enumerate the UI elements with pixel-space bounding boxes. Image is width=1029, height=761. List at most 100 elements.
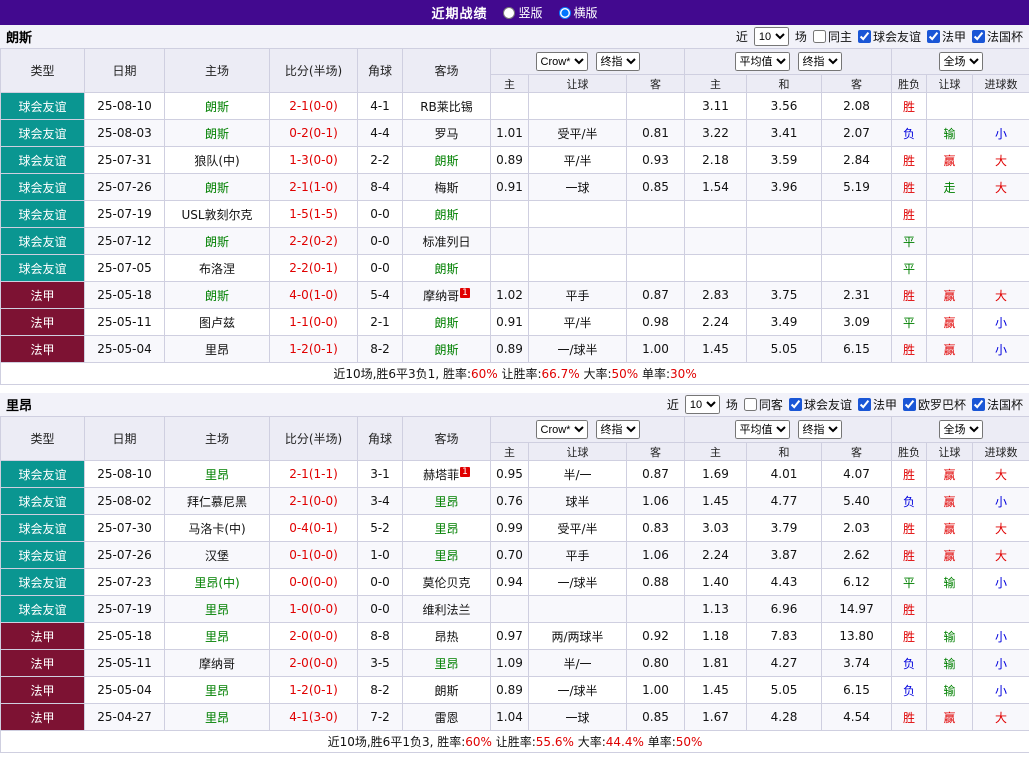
team-name-link[interactable]: 里昂	[205, 684, 229, 698]
home-odds: 0.89	[491, 677, 529, 704]
team-name-link[interactable]: 朗斯	[205, 181, 229, 195]
scope-select-0[interactable]: 全场	[939, 52, 983, 71]
checkbox-icon[interactable]	[858, 398, 871, 411]
filter-check-1[interactable]: 球会友谊	[858, 28, 921, 45]
avg-select-0[interactable]: 平均值	[735, 52, 790, 71]
home-odds: 1.04	[491, 704, 529, 731]
team-name-link[interactable]: RB莱比锡	[420, 100, 473, 114]
vertical-radio-icon[interactable]	[503, 7, 515, 19]
team-name-link[interactable]: 雷恩	[434, 711, 458, 725]
home-team: 朗斯	[165, 228, 270, 255]
avg-away: 2.07	[822, 120, 892, 147]
away-odds: 1.00	[627, 336, 685, 363]
team-name-link[interactable]: 汉堡	[205, 549, 229, 563]
odds-select-1[interactable]: 终指	[596, 420, 640, 439]
team-name-link[interactable]: 朗斯	[205, 289, 229, 303]
handicap-line: 平/半	[529, 309, 627, 336]
team-name-link[interactable]: 维利法兰	[422, 603, 470, 617]
filter-check-0[interactable]: 同主	[813, 28, 852, 45]
match-count-select[interactable]: 10	[685, 395, 720, 414]
odds-select-0[interactable]: Crow*	[536, 420, 588, 439]
team-name-link[interactable]: 朗斯	[434, 154, 458, 168]
avg-draw	[747, 228, 822, 255]
layout-option-vertical[interactable]: 竖版	[503, 4, 542, 21]
league-type-badge: 法甲	[1, 650, 85, 677]
avg-select-0[interactable]: 平均值	[735, 420, 790, 439]
avg-select-1[interactable]: 终指	[798, 52, 842, 71]
team-name-link[interactable]: 罗马	[434, 127, 458, 141]
checkbox-icon[interactable]	[789, 398, 802, 411]
layout-option-horizontal[interactable]: 横版	[559, 4, 598, 21]
team-name-link[interactable]: 朗斯	[434, 684, 458, 698]
checkbox-icon[interactable]	[972, 30, 985, 43]
filter-check-2[interactable]: 法甲	[858, 396, 897, 413]
subcol-header-2: 客	[627, 75, 685, 93]
team-name-link[interactable]: 梅斯	[434, 181, 458, 195]
team-name-link[interactable]: 里昂	[434, 549, 458, 563]
filter-check-1[interactable]: 球会友谊	[789, 396, 852, 413]
checkbox-icon[interactable]	[903, 398, 916, 411]
result-handicap	[927, 596, 973, 623]
team-name-link[interactable]: 摩纳哥	[423, 289, 459, 303]
col-header-3: 比分(半场)	[270, 417, 358, 461]
team-name-link[interactable]: 里昂	[205, 630, 229, 644]
result-outcome: 胜	[892, 201, 927, 228]
team-name-link[interactable]: 摩纳哥	[199, 657, 235, 671]
team-name-link[interactable]: 里昂	[434, 657, 458, 671]
checkbox-icon[interactable]	[744, 398, 757, 411]
team-name-link[interactable]: 布洛涅	[199, 262, 235, 276]
team-name-link[interactable]: 马洛卡(中)	[188, 522, 245, 536]
team-name-link[interactable]: 狼队(中)	[194, 154, 239, 168]
team-name-link[interactable]: 标准列日	[422, 235, 470, 249]
filter-check-3[interactable]: 欧罗巴杯	[903, 396, 966, 413]
checkbox-icon[interactable]	[858, 30, 871, 43]
team-name-link[interactable]: 朗斯	[434, 316, 458, 330]
away-odds: 0.81	[627, 120, 685, 147]
team-name-link[interactable]: 莫伦贝克	[422, 576, 470, 590]
team-name-link[interactable]: 里昂(中)	[194, 576, 239, 590]
avg-away: 13.80	[822, 623, 892, 650]
team-section-1: 里昂近10场同客球会友谊法甲欧罗巴杯法国杯类型日期主场比分(半场)角球客场Cro…	[0, 393, 1029, 753]
team-name-link[interactable]: 里昂	[205, 603, 229, 617]
filter-check-2[interactable]: 法甲	[927, 28, 966, 45]
away-team: 昂热	[403, 623, 491, 650]
match-row: 球会友谊25-07-19USL敦刻尔克1-5(1-5)0-0朗斯胜	[1, 201, 1029, 228]
scope-select-0[interactable]: 全场	[939, 420, 983, 439]
team-name-link[interactable]: 赫塔菲	[423, 468, 459, 482]
home-odds: 0.89	[491, 147, 529, 174]
team-name-link[interactable]: 图卢兹	[199, 316, 235, 330]
avg-select-1[interactable]: 终指	[798, 420, 842, 439]
team-name-link[interactable]: 朗斯	[434, 343, 458, 357]
result-goals: 小	[973, 120, 1029, 147]
result-outcome: 胜	[892, 282, 927, 309]
team-name-link[interactable]: 里昂	[205, 711, 229, 725]
team-name-link[interactable]: USL敦刻尔克	[181, 208, 252, 222]
team-name-link[interactable]: 朗斯	[205, 127, 229, 141]
team-title: 里昂	[6, 395, 32, 414]
odds-select-1[interactable]: 终指	[596, 52, 640, 71]
team-name-link[interactable]: 朗斯	[434, 208, 458, 222]
team-name-link[interactable]: 朗斯	[205, 235, 229, 249]
filter-check-3[interactable]: 法国杯	[972, 28, 1023, 45]
team-name-link[interactable]: 朗斯	[434, 262, 458, 276]
col-header-0: 类型	[1, 49, 85, 93]
team-name-link[interactable]: 里昂	[434, 495, 458, 509]
match-count-select[interactable]: 10	[754, 27, 789, 46]
filter-check-0[interactable]: 同客	[744, 396, 783, 413]
checkbox-icon[interactable]	[813, 30, 826, 43]
away-team: 罗马	[403, 120, 491, 147]
away-odds: 0.80	[627, 650, 685, 677]
odds-select-0[interactable]: Crow*	[536, 52, 588, 71]
horizontal-radio-icon[interactable]	[559, 7, 571, 19]
summary-row: 近10场,胜6平1负3, 胜率:60% 让胜率:55.6% 大率:44.4% 单…	[1, 731, 1029, 753]
team-name-link[interactable]: 里昂	[434, 522, 458, 536]
team-name-link[interactable]: 昂热	[434, 630, 458, 644]
team-name-link[interactable]: 拜仁慕尼黑	[187, 495, 247, 509]
checkbox-icon[interactable]	[927, 30, 940, 43]
checkbox-icon[interactable]	[972, 398, 985, 411]
team-name-link[interactable]: 里昂	[205, 343, 229, 357]
team-name-link[interactable]: 里昂	[205, 468, 229, 482]
filter-check-4[interactable]: 法国杯	[972, 396, 1023, 413]
away-team: 赫塔菲1	[403, 461, 491, 488]
team-name-link[interactable]: 朗斯	[205, 100, 229, 114]
